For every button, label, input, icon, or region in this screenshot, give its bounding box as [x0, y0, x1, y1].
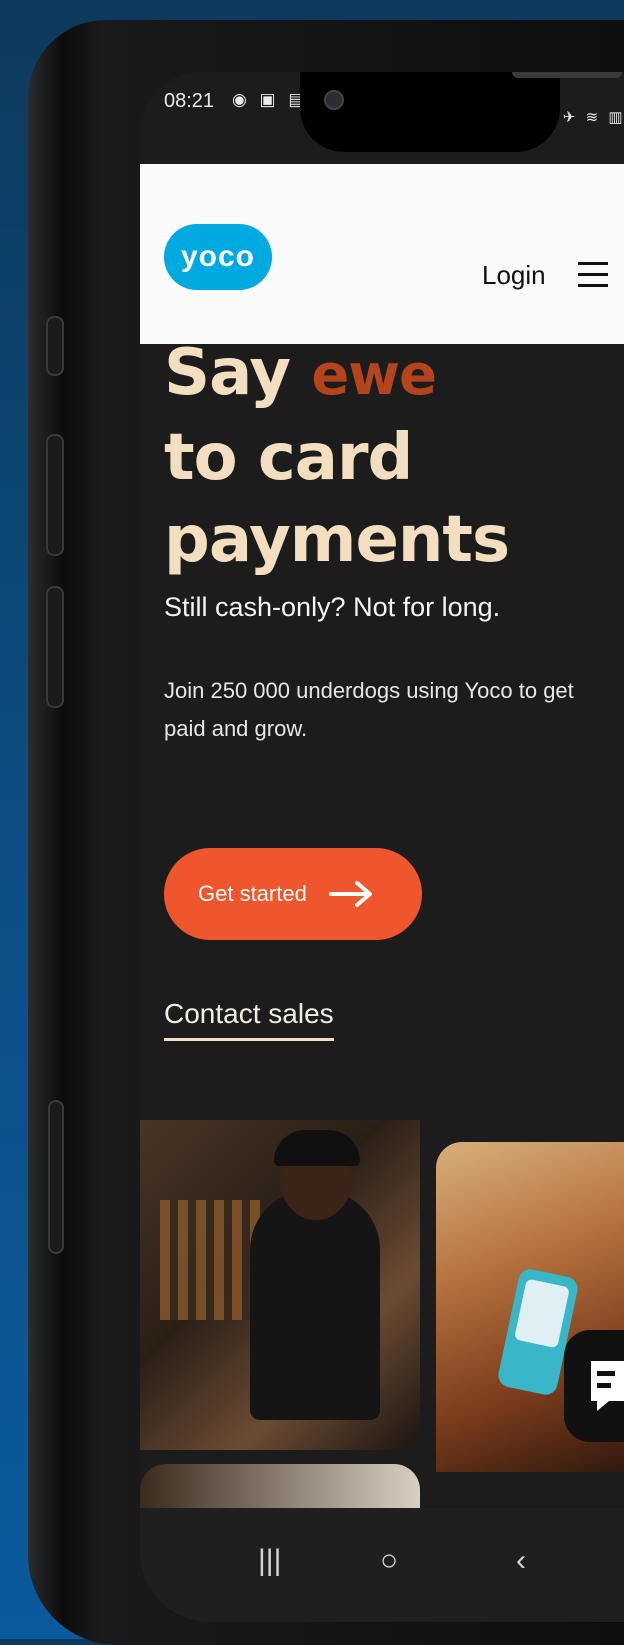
phone-frame: 08:21 ◉ ▣ ▤ ⏰ ✈ ≋ ▥ ▮ yoco Login Say ewe… [28, 20, 624, 1645]
get-started-label: Get started [198, 881, 307, 906]
mute-switch [46, 316, 64, 376]
headline-line-2: to card [164, 421, 413, 495]
chat-support-button[interactable] [564, 1330, 624, 1442]
bartender-cap [274, 1130, 360, 1166]
sim-tray [48, 1100, 64, 1254]
notification-icons: ◉ ▣ ▤ [232, 90, 309, 109]
site-header: yoco Login [140, 164, 624, 344]
chat-icon [591, 1361, 624, 1411]
bartender-figure [250, 1190, 380, 1420]
headline-accent-word: ewe [311, 343, 437, 408]
home-icon[interactable]: ○ [380, 1544, 398, 1578]
contact-sales-link[interactable]: Contact sales [164, 998, 334, 1041]
recent-apps-icon[interactable]: ||| [258, 1544, 281, 1578]
front-camera-icon [324, 90, 344, 110]
volume-up-button [46, 434, 64, 556]
bottle-shelf [160, 1200, 260, 1320]
hero-description: Join 250 000 underdogs using Yoco to get… [164, 678, 574, 741]
headline-line-3: payments [164, 503, 510, 577]
headline-word-say: Say [164, 336, 291, 410]
get-started-button[interactable]: Get started [164, 848, 422, 940]
arrow-right-icon [328, 881, 372, 907]
yoco-logo[interactable]: yoco [164, 224, 272, 290]
hamburger-menu-icon[interactable] [578, 262, 608, 288]
hero-headline: Say ewe to card payments [164, 332, 624, 581]
hero-subheading: Still cash-only? Not for long. [164, 592, 501, 622]
back-icon[interactable]: ‹ [516, 1544, 526, 1578]
terminal-screen [513, 1278, 570, 1349]
status-time: 08:21 [164, 90, 215, 112]
bartender-photo [140, 1120, 420, 1450]
volume-down-button [46, 586, 64, 708]
status-bar: 08:21 ◉ ▣ ▤ ⏰ ✈ ≋ ▥ ▮ [140, 72, 624, 164]
earpiece-speaker [512, 72, 622, 78]
phone-screen: 08:21 ◉ ▣ ▤ ⏰ ✈ ≋ ▥ ▮ yoco Login Say ewe… [140, 72, 624, 1622]
android-nav-bar: ||| ○ ‹ [140, 1508, 624, 1622]
display-notch [300, 72, 622, 152]
login-link[interactable]: Login [482, 260, 546, 291]
